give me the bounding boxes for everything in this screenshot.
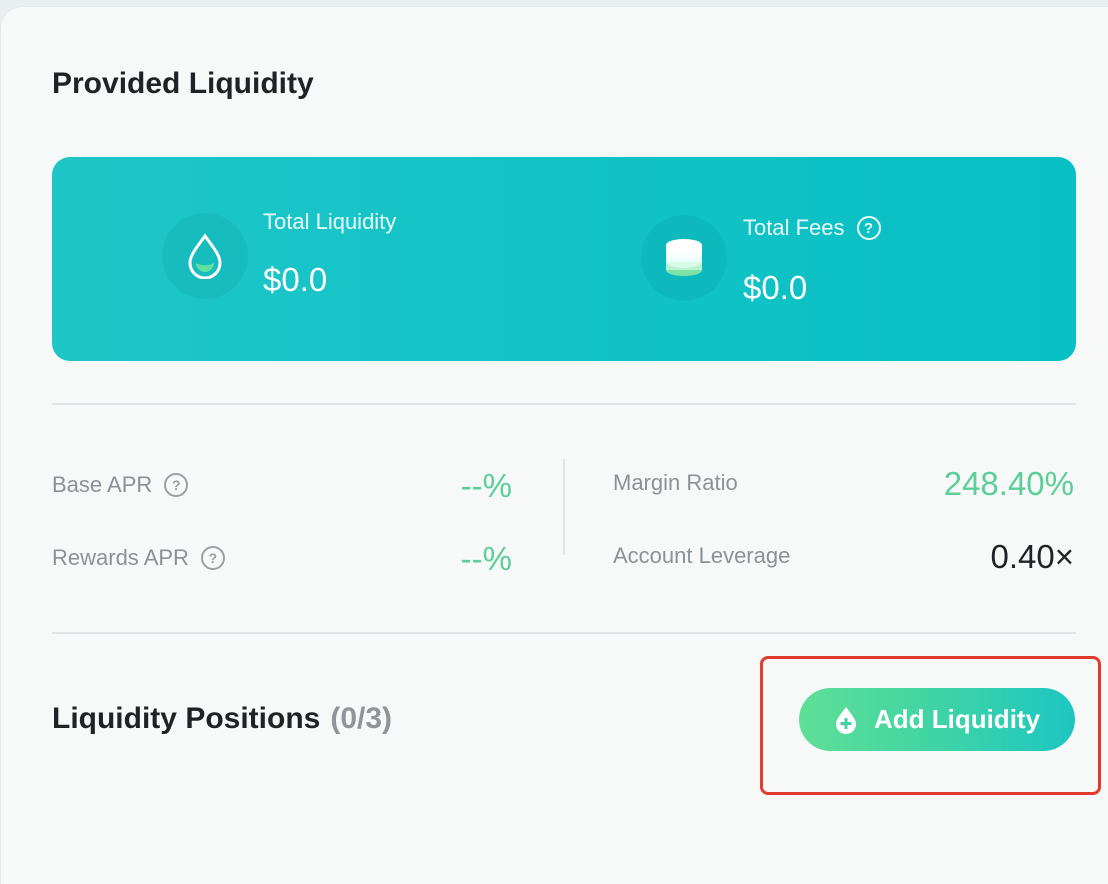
account-leverage-value: 0.40× — [990, 538, 1075, 575]
question-circle-icon[interactable]: ? — [856, 216, 881, 240]
total-fees-label: Total Fees ? — [743, 215, 881, 241]
base-apr-value: --% — [460, 467, 512, 504]
divider — [52, 632, 1076, 634]
droplet-icon — [162, 213, 248, 299]
total-fees-value: $0.0 — [743, 269, 808, 306]
divider — [52, 403, 1076, 405]
liquidity-positions-heading: Liquidity Positions (0/3) — [52, 702, 393, 735]
total-liquidity-label: Total Liquidity — [263, 209, 397, 234]
coins-stack-icon — [641, 215, 727, 301]
positions-count: (0/3) — [330, 702, 393, 735]
provided-liquidity-panel: Provided Liquidity Total Liquidity $0.0 — [0, 6, 1108, 884]
total-liquidity-value: $0.0 — [263, 261, 328, 298]
droplet-plus-icon — [834, 706, 858, 734]
vertical-divider — [563, 459, 565, 555]
add-liquidity-label: Add Liquidity — [873, 704, 1041, 734]
question-circle-icon[interactable]: ? — [200, 546, 225, 570]
rewards-apr-value: --% — [460, 540, 512, 577]
base-apr-label: Base APR ? — [52, 472, 189, 498]
question-circle-icon[interactable]: ? — [164, 473, 189, 497]
margin-ratio-value: 248.40% — [943, 465, 1074, 502]
add-liquidity-button[interactable]: Add Liquidity — [799, 688, 1075, 751]
rewards-apr-label: Rewards APR ? — [52, 545, 225, 571]
liquidity-stats-card: Total Liquidity $0.0 Total Fees ? $0.0 — [52, 157, 1076, 361]
page-title: Provided Liquidity — [52, 67, 314, 100]
account-leverage-label: Account Leverage — [613, 543, 791, 568]
margin-ratio-label: Margin Ratio — [613, 470, 738, 495]
